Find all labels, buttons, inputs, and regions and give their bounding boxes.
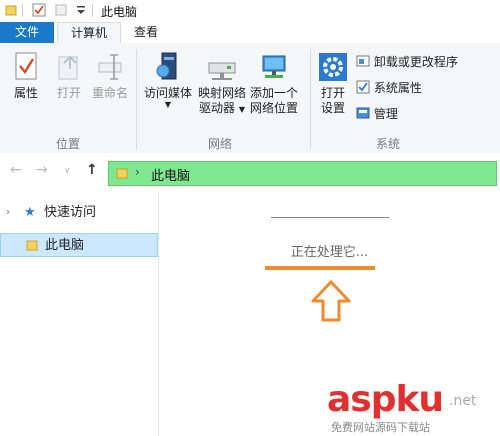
- divider: [92, 4, 93, 17]
- tree-item-quick-access[interactable]: › ★ 快速访问: [0, 201, 156, 224]
- manage-button[interactable]: 管理: [356, 105, 398, 122]
- add-network-location-button[interactable]: 添加一个 网络位置: [248, 51, 300, 116]
- map-drive-label-line2: 驱动器: [199, 101, 236, 115]
- up-arrow-icon[interactable]: ↑: [86, 162, 98, 178]
- network-location-icon: [262, 55, 286, 78]
- manage-icon: [356, 107, 370, 119]
- rename-label: 重命名: [91, 86, 128, 100]
- star-icon: ★: [24, 205, 36, 220]
- map-drive-label-line1: 映射网络: [197, 86, 246, 100]
- status-text: 正在处理它...: [290, 245, 369, 260]
- gear-icon: [319, 53, 347, 81]
- properties-icon[interactable]: [32, 3, 46, 17]
- system-properties-label: 系统属性: [373, 81, 422, 95]
- ribbon-tabs: 文件 计算机 查看: [0, 22, 500, 44]
- divider: [22, 4, 23, 17]
- watermark-tld: .net: [449, 393, 477, 409]
- expand-chevron-icon[interactable]: ›: [6, 201, 10, 224]
- open-label: 打开: [56, 86, 81, 100]
- open-icon: [58, 55, 78, 80]
- group-label-network: 网络: [208, 137, 233, 151]
- rename-button[interactable]: 重命名: [90, 51, 130, 101]
- media-server-icon: [156, 52, 177, 80]
- manage-label: 管理: [373, 107, 398, 121]
- open-settings-button[interactable]: 打开 设置: [316, 51, 350, 116]
- breadcrumb-this-pc[interactable]: 此电脑: [151, 165, 190, 184]
- title-bar: 此电脑: [0, 0, 500, 22]
- map-network-drive-button[interactable]: 映射网络 驱动器 ▼: [196, 51, 248, 117]
- network-drive-icon: [208, 62, 236, 80]
- access-media-label: 访问媒体: [143, 86, 192, 100]
- back-arrow-icon[interactable]: ←: [10, 162, 22, 178]
- system-properties-button[interactable]: 系统属性: [356, 79, 422, 96]
- highlight-underline: [265, 266, 375, 270]
- computer-folder-icon: [5, 5, 17, 16]
- watermark-tagline: 免费网站源码下载站: [331, 419, 430, 435]
- open-settings-label-line2: 设置: [320, 101, 345, 115]
- watermark-logo: aspku: [327, 379, 444, 420]
- recent-locations-chevron-icon[interactable]: ∨: [64, 166, 71, 176]
- window-title: 此电脑: [101, 5, 138, 19]
- uninstall-icon: [356, 55, 370, 67]
- up-arrow-annotation-icon: [311, 280, 351, 322]
- address-bar[interactable]: › 此电脑: [108, 161, 497, 186]
- group-label-system: 系统: [376, 137, 401, 151]
- customize-toolbar-icon[interactable]: [74, 3, 88, 17]
- navigation-pane: › ★ 快速访问 此电脑: [0, 193, 159, 436]
- forward-arrow-icon[interactable]: →: [36, 162, 48, 178]
- content-area: 正在处理它... aspku .net 免费网站源码下载站: [159, 193, 500, 436]
- properties-label: 属性: [13, 86, 38, 100]
- progress-line: [271, 217, 389, 218]
- open-button[interactable]: 打开: [52, 51, 86, 101]
- tree-label-this-pc: 此电脑: [45, 238, 85, 253]
- group-separator: [310, 49, 311, 149]
- rename-icon: [98, 54, 122, 80]
- uninstall-program-button[interactable]: 卸载或更改程序: [356, 53, 458, 70]
- tab-file[interactable]: 文件: [0, 22, 54, 43]
- add-location-label-line1: 添加一个: [249, 86, 298, 100]
- chevron-down-icon: ▼: [238, 105, 245, 114]
- tree-label-quick-access: 快速访问: [44, 205, 97, 220]
- uninstall-label: 卸载或更改程序: [373, 55, 458, 69]
- new-folder-icon[interactable]: [54, 3, 68, 17]
- group-label-location: 位置: [56, 137, 81, 151]
- add-location-label-line2: 网络位置: [249, 101, 298, 115]
- properties-icon: [15, 52, 37, 80]
- access-media-button[interactable]: 访问媒体 ▼: [142, 51, 194, 109]
- ribbon: 属性 打开 重命名 位置 访问媒体 ▼ 映射网络 驱动器 ▼ 添加一个 网络位置…: [0, 43, 500, 154]
- open-settings-label-line1: 打开: [320, 86, 345, 100]
- tree-item-this-pc[interactable]: 此电脑: [0, 233, 158, 257]
- system-properties-icon: [356, 80, 370, 94]
- chevron-down-icon: ▼: [164, 100, 172, 109]
- properties-button[interactable]: 属性: [8, 51, 44, 101]
- computer-folder-icon: [116, 168, 128, 179]
- computer-folder-icon: [26, 240, 38, 251]
- tab-view[interactable]: 查看: [125, 22, 167, 43]
- tab-computer[interactable]: 计算机: [57, 22, 121, 44]
- breadcrumb-chevron-icon[interactable]: ›: [135, 165, 140, 179]
- group-separator: [136, 49, 137, 149]
